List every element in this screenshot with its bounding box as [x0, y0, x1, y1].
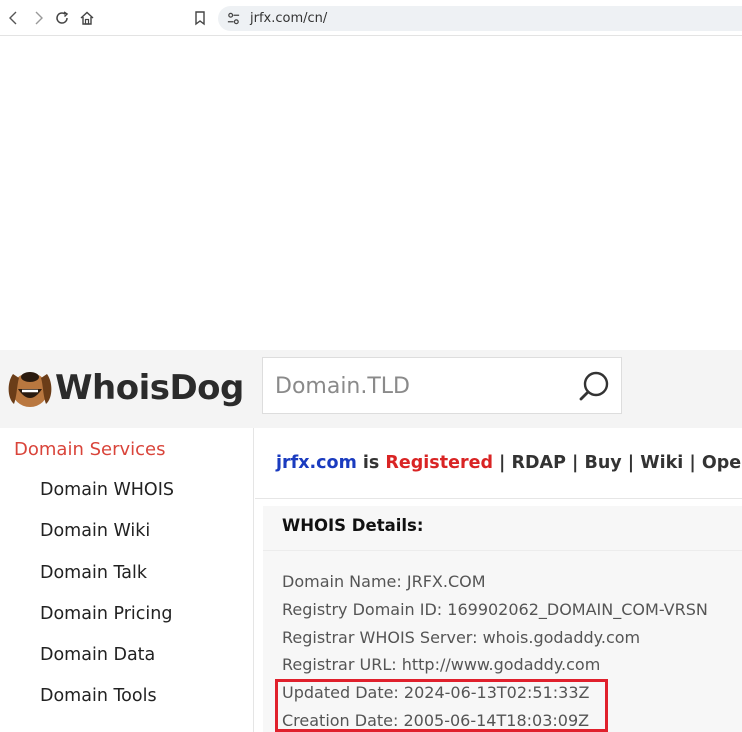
home-button[interactable]	[76, 7, 98, 29]
whois-line-registrar-whois-server: Registrar WHOIS Server: whois.godaddy.co…	[282, 627, 641, 647]
domain-search	[262, 357, 622, 414]
sidebar-item-domain-pricing[interactable]: Domain Pricing	[40, 604, 174, 645]
sidebar-item-domain-tools[interactable]: Domain Tools	[40, 686, 174, 727]
sidebar-item-domain-talk[interactable]: Domain Talk	[40, 563, 174, 604]
divider	[255, 498, 742, 499]
link-separator: |	[621, 453, 641, 473]
domain-status-line: jrfx.com is Registered | RDAP | Buy | Wi…	[276, 453, 742, 473]
chevron-left-icon	[9, 11, 17, 25]
bookmark-button[interactable]	[189, 7, 211, 29]
divider	[263, 550, 742, 551]
status-badge: Registered	[385, 453, 493, 473]
whois-line-domain-name: Domain Name: JRFX.COM	[282, 572, 486, 591]
sidebar: Domain Services Domain WHOIS Domain Wiki…	[0, 428, 254, 732]
highlight-box	[275, 679, 608, 732]
open-link[interactable]: Open	[702, 453, 742, 473]
sidebar-item-domain-wiki[interactable]: Domain Wiki	[40, 521, 174, 562]
address-bar[interactable]: jrfx.com/cn/	[218, 6, 742, 31]
sidebar-item-domain-data[interactable]: Domain Data	[40, 645, 174, 686]
url-text: jrfx.com/cn/	[250, 11, 328, 26]
buy-link[interactable]: Buy	[585, 453, 622, 473]
reload-button[interactable]	[51, 7, 73, 29]
sidebar-menu: Domain WHOIS Domain Wiki Domain Talk Dom…	[40, 480, 174, 728]
chevron-right-icon	[35, 11, 43, 25]
brand-name: WhoisDog	[55, 368, 244, 408]
search-icon	[579, 371, 609, 401]
site-header: WhoisDog	[0, 350, 742, 428]
link-separator: |	[492, 453, 512, 473]
domain-link[interactable]: jrfx.com	[276, 453, 357, 473]
status-is-text: is	[356, 453, 386, 473]
site-settings-icon[interactable]	[226, 11, 241, 26]
reload-icon	[56, 11, 69, 24]
dog-logo-icon	[8, 372, 52, 407]
domain-search-input[interactable]	[275, 368, 565, 404]
back-button[interactable]	[3, 7, 25, 29]
wiki-link[interactable]: Wiki	[640, 453, 683, 473]
link-separator: |	[565, 453, 585, 473]
forward-button[interactable]	[27, 7, 49, 29]
home-icon	[80, 11, 94, 25]
search-button[interactable]	[575, 366, 615, 406]
sidebar-item-domain-whois[interactable]: Domain WHOIS	[40, 480, 174, 521]
browser-toolbar: jrfx.com/cn/	[0, 0, 742, 36]
sidebar-section-title: Domain Services	[14, 439, 166, 460]
link-separator: |	[683, 453, 702, 473]
whois-line-registry-domain-id: Registry Domain ID: 169902062_DOMAIN_COM…	[282, 599, 708, 619]
bookmark-icon	[195, 11, 205, 26]
rdap-link[interactable]: RDAP	[512, 453, 566, 473]
site-logo[interactable]: WhoisDog	[5, 360, 245, 414]
whois-details-heading: WHOIS Details:	[282, 516, 424, 535]
